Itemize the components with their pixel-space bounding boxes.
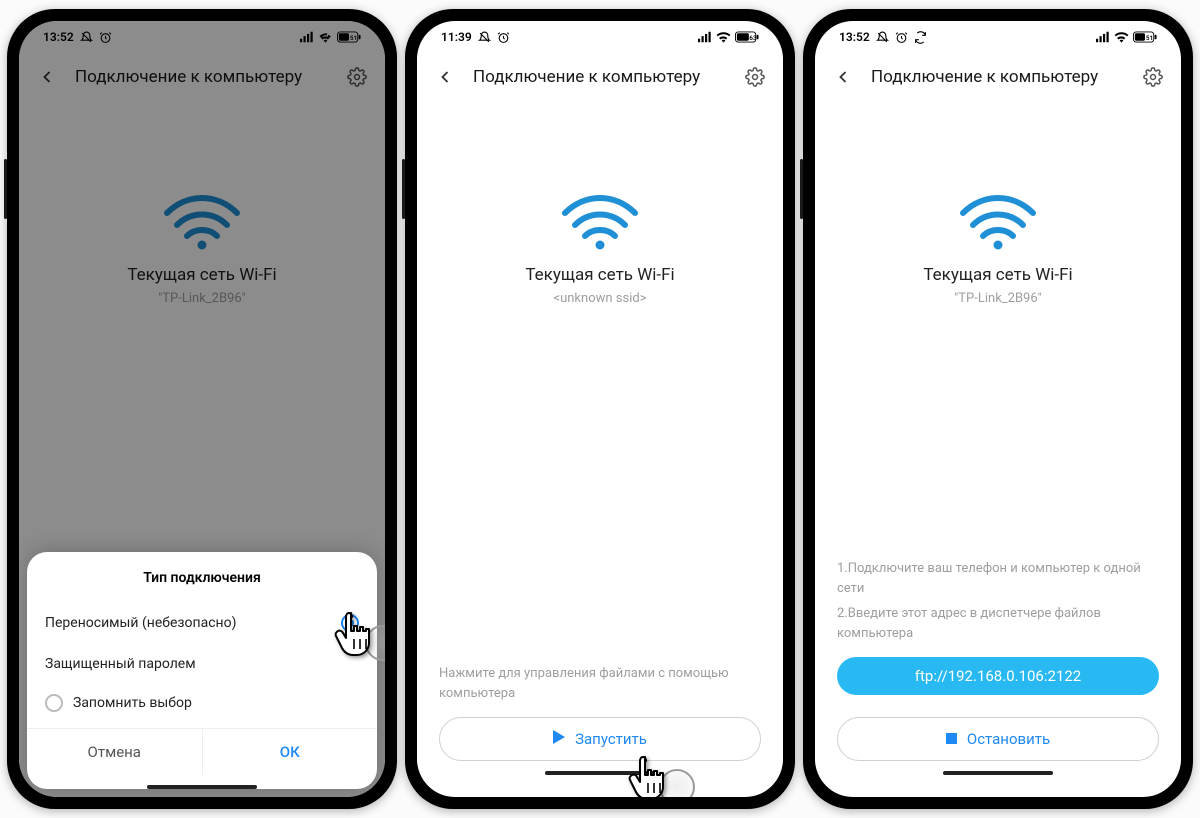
signal-icon	[1096, 31, 1110, 43]
play-icon	[553, 730, 565, 748]
remember-choice[interactable]: Запомнить выбор	[45, 684, 359, 728]
screen: 13:52 51	[815, 21, 1181, 797]
connection-type-sheet: Тип подключения Переносимый (небезопасно…	[27, 552, 377, 789]
bottom-area: Нажмите для управления файлами с помощью…	[417, 664, 783, 797]
remember-label: Запомнить выбор	[73, 695, 192, 711]
wifi-ssid: "TP-Link_2B96"	[923, 291, 1072, 306]
option-password-label: Защищенный паролем	[45, 656, 196, 672]
wifi-small-icon	[1114, 31, 1129, 43]
battery-icon: 51	[1133, 31, 1157, 43]
bell-off-icon	[478, 31, 491, 44]
step1-text: 1.Подключите ваш телефон и компьютер к о…	[837, 559, 1159, 598]
page-title: Подключение к компьютеру	[871, 67, 1125, 87]
content-area: Текущая сеть Wi-Fi "TP-Link_2B96"	[815, 101, 1181, 559]
back-button[interactable]	[431, 63, 459, 91]
checkbox-icon	[45, 694, 63, 712]
page-title: Подключение к компьютеру	[473, 67, 727, 87]
signal-icon	[698, 31, 712, 43]
option-password[interactable]: Защищенный паролем	[45, 644, 359, 684]
battery-icon: 63	[735, 31, 759, 43]
stop-button-label: Остановить	[967, 730, 1050, 748]
screen: 13:52 51	[19, 21, 385, 797]
sync-icon	[914, 31, 927, 44]
wifi-small-icon	[716, 31, 731, 43]
ftp-address[interactable]: ftp://192.168.0.106:2122	[837, 657, 1159, 695]
ok-button[interactable]: ОК	[203, 729, 378, 775]
instructions: 1.Подключите ваш телефон и компьютер к о…	[837, 559, 1159, 643]
sheet-title: Тип подключения	[45, 570, 359, 586]
status-time: 11:39	[441, 30, 472, 44]
alarm-icon	[895, 31, 908, 44]
screen: 11:39 63	[417, 21, 783, 797]
hint-text: Нажмите для управления файлами с помощью…	[439, 664, 761, 703]
phone-frame: 13:52 51	[803, 9, 1193, 809]
option-portable[interactable]: Переносимый (небезопасно)	[45, 602, 359, 644]
wifi-label: Текущая сеть Wi-Fi	[923, 265, 1072, 285]
phone-frame: 13:52 51	[7, 9, 397, 809]
home-indicator[interactable]	[147, 785, 257, 789]
status-bar: 11:39 63	[417, 21, 783, 53]
app-bar: Подключение к компьютеру	[417, 53, 783, 101]
cancel-button[interactable]: Отмена	[27, 729, 203, 775]
settings-button[interactable]	[741, 63, 769, 91]
bottom-area: 1.Подключите ваш телефон и компьютер к о…	[815, 559, 1181, 797]
stop-button[interactable]: Остановить	[837, 717, 1159, 761]
radio-checked-icon	[341, 614, 359, 632]
wifi-ssid: <unknown ssid>	[525, 291, 674, 306]
option-portable-label: Переносимый (небезопасно)	[45, 615, 236, 631]
settings-button[interactable]	[1139, 63, 1167, 91]
back-button[interactable]	[829, 63, 857, 91]
status-bar: 13:52 51	[815, 21, 1181, 53]
svg-text:63: 63	[749, 34, 757, 42]
step2-text: 2.Введите этот адрес в диспетчере файлов…	[837, 604, 1159, 643]
wifi-icon	[525, 187, 674, 255]
start-button[interactable]: Запустить	[439, 717, 761, 761]
svg-text:51: 51	[1146, 34, 1153, 42]
home-indicator[interactable]	[943, 771, 1053, 775]
app-bar: Подключение к компьютеру	[815, 53, 1181, 101]
status-time: 13:52	[839, 30, 870, 44]
wifi-label: Текущая сеть Wi-Fi	[525, 265, 674, 285]
stop-icon	[946, 730, 957, 748]
phone-frame: 11:39 63	[405, 9, 795, 809]
content-area: Текущая сеть Wi-Fi <unknown ssid>	[417, 101, 783, 664]
home-indicator[interactable]	[545, 771, 655, 775]
alarm-icon	[497, 31, 510, 44]
wifi-icon	[923, 187, 1072, 255]
start-button-label: Запустить	[575, 730, 647, 748]
bell-off-icon	[876, 31, 889, 44]
